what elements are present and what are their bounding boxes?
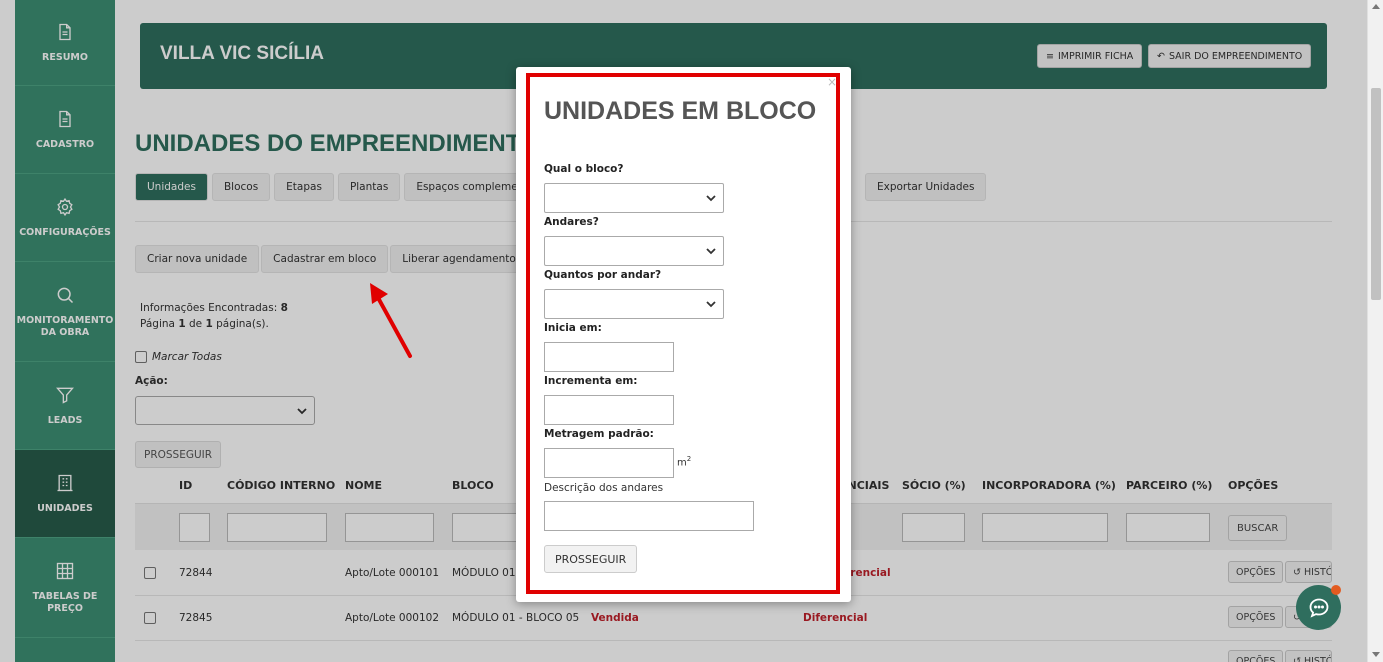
floors-label: Andares? [544,216,599,228]
modal-title: UNIDADES EM BLOCO [544,97,817,125]
notification-dot [1331,585,1341,595]
scroll-thumb[interactable] [1371,88,1381,300]
close-icon[interactable]: × [827,75,837,89]
per-floor-select[interactable] [544,289,724,319]
area-input[interactable] [544,448,674,478]
block-select[interactable] [544,183,724,213]
area-unit-sup: 2 [686,455,692,463]
chat-bubble-icon [1309,598,1328,618]
start-label: Inicia em: [544,322,602,334]
floors-description-input[interactable] [544,501,754,531]
area-unit: m2 [677,455,691,468]
bulk-units-modal: × UNIDADES EM BLOCO Qual o bloco? Andare… [516,67,851,602]
chevron-down-icon [706,195,716,202]
scroll-down-icon[interactable] [1372,652,1380,657]
floors-select[interactable] [544,236,724,266]
chevron-down-icon [706,248,716,255]
chat-button[interactable] [1296,585,1341,630]
page-scrollbar[interactable] [1367,0,1383,662]
area-unit-base: m [677,457,687,469]
per-floor-label: Quantos por andar? [544,269,662,281]
modal-proceed-button[interactable]: PROSSEGUIR [544,545,638,573]
block-label: Qual o bloco? [544,163,624,175]
floors-description-label: Descrição dos andares [544,482,664,494]
chevron-down-icon [706,301,716,308]
start-input[interactable] [544,342,674,372]
increment-label: Incrementa em: [544,375,638,387]
area-label: Metragem padrão: [544,428,654,440]
scroll-up-icon[interactable] [1372,4,1380,9]
annotation-arrow-icon [370,283,412,358]
increment-input[interactable] [544,395,674,425]
